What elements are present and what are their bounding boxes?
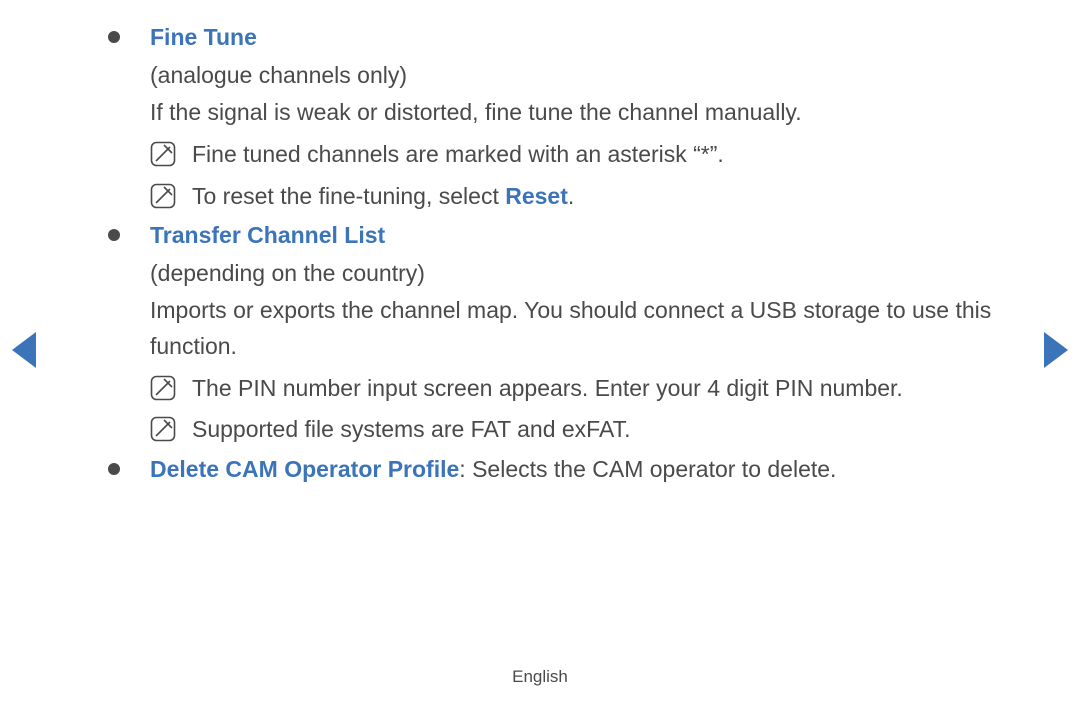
section-delete-cam-profile: Delete CAM Operator Profile: Selects the… [70,452,1010,488]
section-qualifier: (depending on the country) [150,256,1010,292]
content-area: Fine Tune (analogue channels only) If th… [70,20,1010,488]
manual-page: Fine Tune (analogue channels only) If th… [0,0,1080,705]
note-line: The PIN number input screen appears. Ent… [150,371,1010,407]
note-icon [150,416,176,442]
note-text-post: . [568,183,574,209]
separator: : [459,456,472,482]
note-line: Fine tuned channels are marked with an a… [150,137,1010,173]
section-fine-tune: Fine Tune (analogue channels only) If th… [70,20,1010,214]
bullet-icon [108,463,120,475]
footer-language: English [0,667,1080,687]
note-line: Supported file systems are FAT and exFAT… [150,412,1010,448]
section-transfer-channel-list: Transfer Channel List (depending on the … [70,218,1010,448]
bullet-icon [108,31,120,43]
reset-link[interactable]: Reset [505,183,568,209]
bullet-icon [108,229,120,241]
note-icon [150,141,176,167]
note-icon [150,375,176,401]
section-body: Imports or exports the channel map. You … [150,293,1010,364]
note-text: The PIN number input screen appears. Ent… [192,375,903,401]
section-body: Selects the CAM operator to delete. [472,456,836,482]
note-text: Fine tuned channels are marked with an a… [192,141,724,167]
prev-page-arrow[interactable] [12,332,36,368]
section-heading: Fine Tune [150,20,1010,56]
section-qualifier: (analogue channels only) [150,58,1010,94]
note-text: Supported file systems are FAT and exFAT… [192,416,630,442]
note-icon [150,183,176,209]
section-body: If the signal is weak or distorted, fine… [150,95,1010,131]
note-line: To reset the fine-tuning, select Reset. [150,179,1010,215]
section-heading: Transfer Channel List [150,218,1010,254]
note-text-pre: To reset the fine-tuning, select [192,183,505,209]
next-page-arrow[interactable] [1044,332,1068,368]
section-heading: Delete CAM Operator Profile [150,456,459,482]
